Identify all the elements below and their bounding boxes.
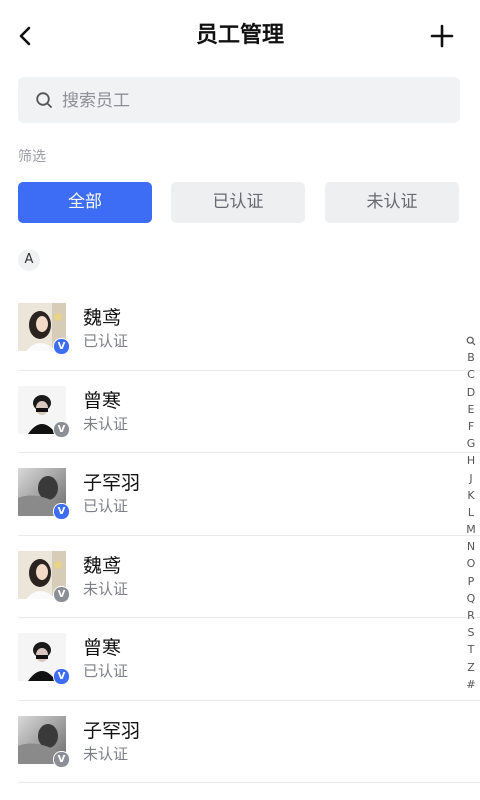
employee-name: 曾寒 [83,389,122,412]
search-bar[interactable] [18,77,460,125]
employee-row[interactable]: V 子罕羽 未认证 [0,701,480,783]
unverified-badge: V [53,585,70,603]
index-letter[interactable]: O [462,555,480,572]
search-icon [36,92,52,108]
plus-icon [430,24,454,48]
employee-status: 未认证 [83,414,129,433]
index-letter[interactable]: # [462,676,480,693]
row-divider [18,782,480,783]
employee-row[interactable]: V 曾寒 已认证 [0,618,480,701]
top-bar: 员工管理 [0,0,480,74]
index-letter[interactable]: C [462,366,480,383]
filter-chips: 全部 已认证 未认证 [18,182,460,223]
filter-chip-all[interactable]: 全部 [18,182,152,223]
employee-status: 已认证 [83,662,129,680]
verified-badge: V [53,503,70,520]
unverified-badge: V [53,750,70,768]
index-letter[interactable]: E [462,401,480,418]
index-letter[interactable]: B [462,349,480,366]
verified-badge: V [53,338,70,355]
verified-badge: V [53,668,70,685]
index-letter[interactable]: Z [462,659,480,676]
employee-status: 未认证 [83,744,129,763]
employee-status: 已认证 [83,497,129,515]
unverified-badge: V [53,420,70,438]
filter-label: 筛选 [18,149,46,165]
index-letter[interactable]: K [462,487,480,504]
filter-chip-verified[interactable]: 已认证 [171,182,305,223]
chevron-left-icon [19,26,31,46]
employee-row[interactable]: V 子罕羽 已认证 [0,453,480,536]
employee-status: 未认证 [83,579,129,598]
search-input[interactable] [60,77,444,125]
index-letter[interactable]: R [462,607,480,624]
index-letter[interactable]: M [462,521,480,538]
index-letter[interactable]: F [462,418,480,435]
index-letter[interactable]: P [462,573,480,590]
index-letter[interactable]: H [462,452,480,469]
index-letter[interactable]: G [462,435,480,452]
index-search-icon[interactable] [462,332,480,349]
page-title: 员工管理 [195,23,284,48]
index-letter[interactable]: S [462,624,480,641]
employee-list: V 魏鸢 已认证 V 曾寒 未认证 V 子罕羽 已认证 V 魏鸢 未认证 V 曾… [0,288,480,783]
employee-name: 魏鸢 [83,554,122,577]
index-letter[interactable]: D [462,384,480,401]
index-letter[interactable]: L [462,504,480,521]
alphabet-index-bar[interactable]: B C D E F G H J K L M N O P Q R S T Z # [462,332,480,693]
index-letter[interactable]: T [462,641,480,658]
index-letter[interactable]: J [462,470,480,487]
index-letter[interactable]: N [462,538,480,555]
employee-name: 子罕羽 [83,719,141,742]
employee-name: 曾寒 [83,637,122,659]
employee-status: 已认证 [83,332,129,350]
back-button[interactable] [14,22,42,50]
section-header-a: A [18,249,40,271]
employee-row[interactable]: V 魏鸢 未认证 [0,536,480,618]
employee-name: 子罕羽 [83,472,141,494]
employee-row[interactable]: V 曾寒 未认证 [0,371,480,453]
add-employee-button[interactable] [428,22,456,50]
index-letter[interactable]: Q [462,590,480,607]
employee-row[interactable]: V 魏鸢 已认证 [0,288,480,371]
filter-chip-unverified[interactable]: 未认证 [325,182,459,223]
employee-name: 魏鸢 [83,307,122,329]
